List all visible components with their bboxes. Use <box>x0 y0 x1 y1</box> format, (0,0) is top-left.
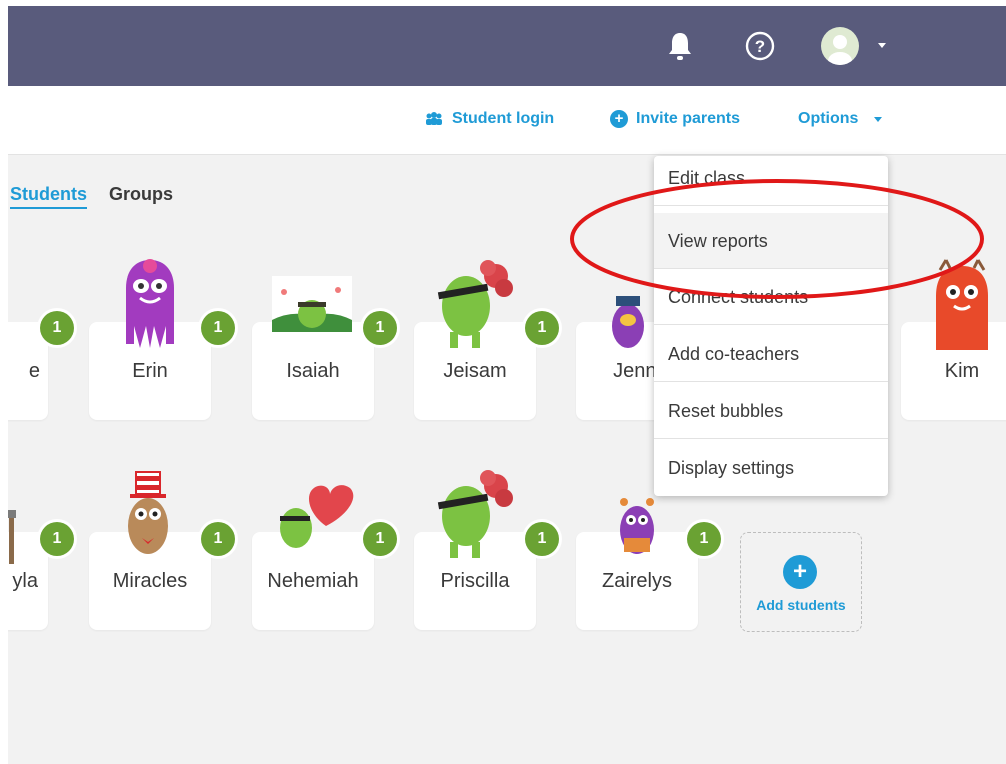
menu-item-reset-bubbles[interactable]: Reset bubbles <box>654 383 888 439</box>
student-name: Nehemiah <box>267 570 359 592</box>
points-badge: 1 <box>525 311 559 345</box>
student-name: Erin <box>132 360 168 382</box>
points-badge: 1 <box>525 522 559 556</box>
tab-students[interactable]: Students <box>10 184 88 209</box>
monster-avatar-icon <box>126 259 174 348</box>
invite-parents-link[interactable]: + Invite parents <box>610 110 740 128</box>
help-glyph: ? <box>755 37 765 56</box>
top-nav-bar: ? <box>8 6 1006 86</box>
user-avatar-image <box>821 27 859 65</box>
bell-icon[interactable] <box>660 26 700 66</box>
student-login-link[interactable]: Student login <box>424 110 554 128</box>
add-students-label: Add students <box>756 597 846 613</box>
points-badge: 1 <box>363 311 397 345</box>
options-menu: Edit class View reports Connect students… <box>654 156 888 496</box>
monster-avatar-icon <box>620 498 654 554</box>
points-badge: 1 <box>201 311 235 345</box>
avatar[interactable] <box>820 26 860 66</box>
monster-avatar-icon <box>128 471 168 554</box>
points-badge: 1 <box>40 522 74 556</box>
monster-avatar-icon <box>8 510 16 564</box>
options-dropdown[interactable]: Options <box>798 110 883 128</box>
options-label: Options <box>798 110 859 127</box>
plus-circle-icon: + <box>610 110 628 128</box>
student-login-label: Student login <box>452 110 555 127</box>
monster-avatar-icon <box>612 296 644 348</box>
points-badge: 1 <box>687 522 721 556</box>
menu-item-display-settings[interactable]: Display settings <box>654 440 888 496</box>
menu-item-edit-class[interactable]: Edit class <box>654 156 888 206</box>
student-name: Kim <box>944 360 980 382</box>
caret-down-icon[interactable] <box>878 43 886 48</box>
student-name: Isaiah <box>286 360 340 382</box>
points-badge: 1 <box>201 522 235 556</box>
menu-item-view-reports[interactable]: View reports <box>654 213 888 269</box>
plus-circle-icon: + <box>783 555 817 589</box>
invite-parents-label: Invite parents <box>636 110 741 127</box>
monster-avatar-icon <box>437 260 513 348</box>
menu-item-connect-students[interactable]: Connect students <box>654 269 888 325</box>
student-name: Jeisam <box>443 360 507 382</box>
monster-avatar-icon <box>280 485 354 548</box>
app-window: ? Student login + Invite parents Options… <box>8 6 1006 764</box>
menu-item-add-co-teachers[interactable]: Add co-teachers <box>654 326 888 382</box>
monster-avatar-icon <box>936 259 988 350</box>
students-icon <box>426 112 442 125</box>
class-action-bar: Student login + Invite parents Options <box>8 86 1006 155</box>
student-name: yla <box>12 570 38 592</box>
student-card[interactable]: Isaiah <box>252 322 374 420</box>
monster-avatar-icon <box>272 276 352 332</box>
monster-avatar-icon <box>437 470 513 558</box>
student-name: Miracles <box>112 570 188 592</box>
points-badge: 1 <box>363 522 397 556</box>
help-icon[interactable]: ? <box>740 26 780 66</box>
student-name: Priscilla <box>440 570 510 592</box>
points-badge: 1 <box>40 311 74 345</box>
student-name: Zairelys <box>601 570 672 592</box>
add-students-button[interactable]: + Add students <box>740 532 862 632</box>
tab-groups[interactable]: Groups <box>109 184 173 205</box>
student-name: e <box>28 360 40 382</box>
chevron-down-icon <box>874 116 883 122</box>
